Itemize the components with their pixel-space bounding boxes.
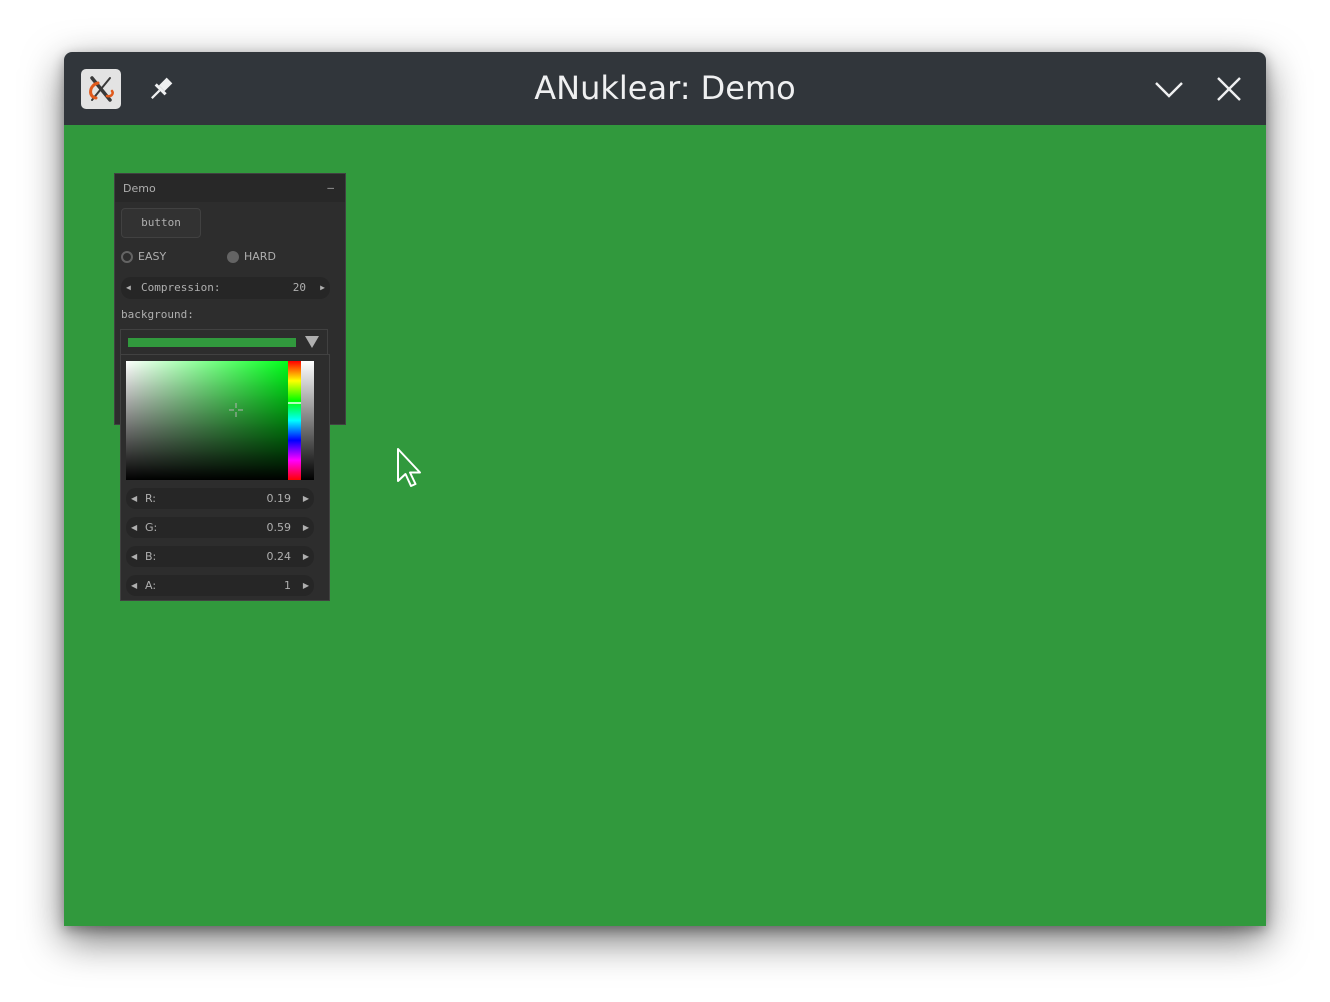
demo-button[interactable]: button [121,208,201,238]
option-hard-label: HARD [244,250,276,263]
mouse-pointer-icon [397,448,421,487]
channel-r-label: R: [145,492,157,505]
radio-easy[interactable] [121,251,133,263]
channel-g-value[interactable]: 0.59 [267,517,292,538]
compression-value[interactable]: 20 [293,277,306,299]
increment-arrow-icon[interactable]: ▶ [303,575,309,596]
increment-arrow-icon[interactable]: ▶ [320,277,325,299]
compression-label: Compression: [141,281,221,294]
property-b[interactable]: ◀ B: 0.24 ▶ [126,546,314,567]
decrement-arrow-icon[interactable]: ◀ [131,546,137,567]
x11-logo-icon[interactable] [81,69,121,109]
window-title: ANuklear: Demo [534,69,796,107]
color-swatch [128,338,296,347]
triangle-down-icon[interactable] [305,336,319,348]
compression-property[interactable]: ◀ Compression: 20 ▶ [121,277,330,299]
decrement-arrow-icon[interactable]: ◀ [131,517,137,538]
property-r[interactable]: ◀ R: 0.19 ▶ [126,488,314,509]
close-icon[interactable] [1213,73,1245,105]
channel-b-label: B: [145,550,157,563]
increment-arrow-icon[interactable]: ▶ [303,546,309,567]
option-easy[interactable]: EASY [121,249,211,265]
increment-arrow-icon[interactable]: ▶ [303,488,309,509]
minimize-button[interactable]: – [327,181,334,194]
channel-g-label: G: [145,521,158,534]
demo-panel-header[interactable]: Demo – [115,174,345,202]
alpha-slider[interactable] [301,361,314,480]
radio-hard[interactable] [227,251,239,263]
channel-b-value[interactable]: 0.24 [267,546,292,567]
saturation-value-area[interactable] [126,361,288,480]
background-color-combo[interactable] [120,329,328,355]
property-g[interactable]: ◀ G: 0.59 ▶ [126,517,314,538]
option-easy-label: EASY [138,250,167,263]
decrement-arrow-icon[interactable]: ◀ [126,277,131,299]
hue-slider[interactable] [288,361,301,480]
decrement-arrow-icon[interactable]: ◀ [131,575,137,596]
chevron-down-icon[interactable] [1153,73,1185,105]
increment-arrow-icon[interactable]: ▶ [303,517,309,538]
background-label: background: [121,308,194,321]
hue-marker[interactable] [288,401,301,404]
property-a[interactable]: ◀ A: 1 ▶ [126,575,314,596]
canvas-area[interactable]: Demo – button EASY HARD ◀ Compression: 2… [64,125,1266,926]
channel-a-label: A: [145,579,157,592]
color-picker-popup[interactable]: ◀ R: 0.19 ▶ ◀ G: 0.59 ▶ ◀ B: 0.24 ▶ ◀ A:… [120,354,330,601]
channel-a-value[interactable]: 1 [284,575,291,596]
option-hard[interactable]: HARD [227,249,317,265]
pin-icon[interactable] [146,74,176,104]
channel-r-value[interactable]: 0.19 [267,488,292,509]
titlebar[interactable]: ANuklear: Demo [64,52,1266,125]
demo-panel-title: Demo [123,182,156,195]
app-window: ANuklear: Demo Demo – button EASY HARD ◀… [64,52,1266,926]
decrement-arrow-icon[interactable]: ◀ [131,488,137,509]
black-gradient [126,361,288,480]
